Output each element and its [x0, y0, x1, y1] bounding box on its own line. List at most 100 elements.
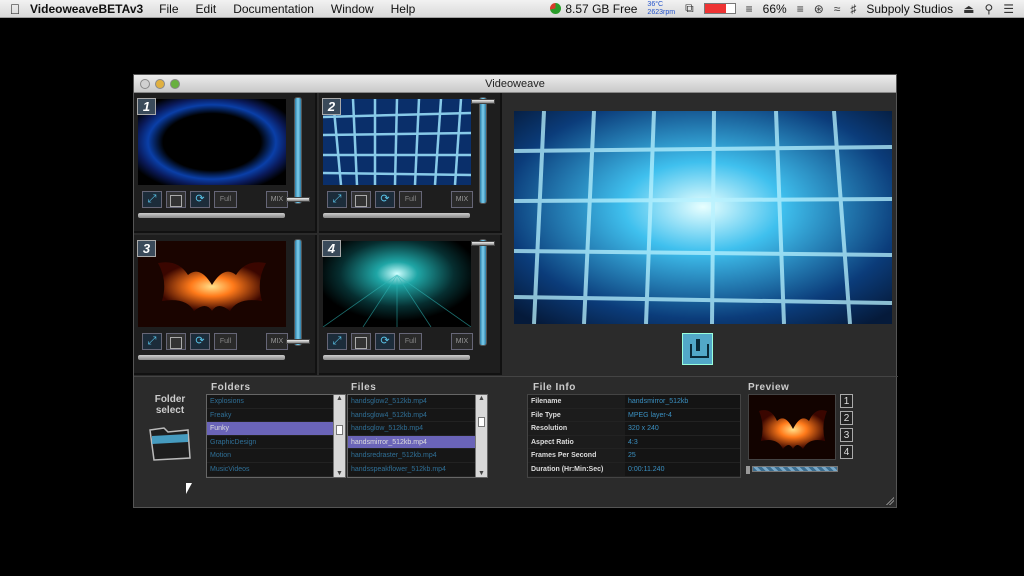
preview-to-channel-2-button[interactable]: 2 — [840, 411, 853, 425]
menu-file[interactable]: File — [159, 2, 178, 16]
menu-help[interactable]: Help — [391, 2, 416, 16]
channel-2-full-button[interactable]: Full — [399, 191, 422, 208]
close-button[interactable] — [140, 79, 150, 89]
bluetooth-icon[interactable]: ⊛ — [814, 2, 824, 16]
folder-list-item[interactable]: Motion — [207, 449, 333, 463]
files-scroll-thumb[interactable] — [478, 417, 485, 427]
file-list-item[interactable]: handsmirror_512kb.mp4 — [348, 435, 475, 450]
channel-3-fader-knob[interactable] — [286, 338, 310, 344]
folder-list-item[interactable]: Funky — [207, 422, 333, 436]
channel-1-thumbnail[interactable] — [138, 99, 286, 185]
files-list[interactable]: handsglow2_512kb.mp4 handsglow4_512kb.mp4… — [347, 394, 488, 478]
channel-1-fullscreen-icon[interactable]: ⤢ — [142, 191, 162, 208]
channel-2-stop-button[interactable] — [351, 191, 371, 208]
eject-icon[interactable]: ⏏ — [963, 2, 974, 16]
folder-list-item[interactable]: Explosions — [207, 395, 333, 409]
window-resize-handle[interactable] — [885, 496, 894, 505]
channel-2-loop-icon[interactable]: ⟳ — [375, 191, 395, 208]
temp-status[interactable]: 36°C 2623rpm — [647, 1, 675, 17]
channel-4-full-button[interactable]: Full — [399, 333, 422, 350]
file-list-item[interactable]: handsglow_512kb.mp4 — [348, 422, 475, 436]
channel-1-mix-button[interactable]: MIX — [266, 191, 288, 208]
file-list-item[interactable]: handsglow4_512kb.mp4 — [348, 408, 475, 423]
channel-1-opacity-fader[interactable] — [294, 97, 302, 204]
wifi-icon[interactable]: ≈ — [834, 2, 841, 16]
user-menu[interactable]: Subpoly Studios — [866, 2, 953, 16]
channel-3-position-bar[interactable] — [138, 355, 285, 360]
spotlight-search-icon[interactable]: ⚲ — [984, 2, 993, 16]
folder-list-item[interactable]: GraphicDesign — [207, 435, 333, 450]
channel-3-stop-button[interactable] — [166, 333, 186, 350]
folder-select-button[interactable]: Folder select — [144, 394, 196, 466]
apple-menu-icon[interactable]:  — [0, 1, 30, 17]
channel-2-position-bar[interactable] — [323, 213, 470, 218]
notification-list-icon[interactable]: ☰ — [1003, 2, 1014, 16]
channel-1-position-bar[interactable] — [138, 213, 285, 218]
volume-icon[interactable]: ♯ — [850, 2, 856, 16]
channel-2-fader-knob[interactable] — [471, 99, 495, 105]
channel-4-mix-button[interactable]: MIX — [451, 333, 473, 350]
channel-1-loop-icon[interactable]: ⟳ — [190, 191, 210, 208]
menu-bar:  VideoweaveBETAv3 File Edit Documentati… — [0, 0, 1024, 18]
channel-3-opacity-fader[interactable] — [294, 239, 302, 346]
app-menu[interactable]: VideoweaveBETAv3 — [30, 2, 143, 16]
channel-3-fullscreen-icon[interactable]: ⤢ — [142, 333, 162, 350]
menu-documentation[interactable]: Documentation — [233, 2, 314, 16]
channel-2-thumbnail[interactable] — [323, 99, 471, 185]
window-tile-icon[interactable]: ⧉ — [685, 1, 694, 16]
channel-4-position-bar[interactable] — [323, 355, 470, 360]
preview-progress-bar[interactable] — [752, 466, 838, 472]
menu-edit[interactable]: Edit — [196, 2, 217, 16]
channel-4-loop-icon[interactable]: ⟳ — [375, 333, 395, 350]
files-scrollbar[interactable]: ▲ ▼ — [475, 395, 487, 477]
battery-meter-icon[interactable] — [703, 3, 736, 14]
menu-window[interactable]: Window — [331, 2, 374, 16]
channel-3-loop-icon[interactable]: ⟳ — [190, 333, 210, 350]
folders-list[interactable]: Explosions Freaky Funky GraphicDesign Motion… — [206, 394, 346, 478]
minimize-button[interactable] — [155, 79, 165, 89]
menu-extra2-icon[interactable]: ≡ — [797, 2, 804, 16]
disk-status[interactable]: 8.57 GB Free — [550, 2, 637, 16]
output-window-button[interactable] — [682, 333, 713, 365]
folders-scrollbar[interactable]: ▲ ▼ — [333, 395, 345, 477]
mouse-pointer-icon — [186, 483, 192, 494]
channel-2-fullscreen-icon[interactable]: ⤢ — [327, 191, 347, 208]
preview-to-channel-4-button[interactable]: 4 — [840, 445, 853, 459]
channel-3-full-button[interactable]: Full — [214, 333, 237, 350]
files-scroll-down-icon[interactable]: ▼ — [476, 470, 487, 477]
file-info-value: MPEG layer-4 — [628, 411, 672, 419]
channel-4-thumbnail[interactable] — [323, 241, 471, 327]
folder-list-item[interactable]: MusicVideos — [207, 462, 333, 477]
file-list-item[interactable]: handsspeakflower_512kb.mp4 — [348, 462, 475, 477]
channel-1-stop-button[interactable] — [166, 191, 186, 208]
channel-4-stop-button[interactable] — [351, 333, 371, 350]
file-list-item[interactable]: handsredraster_512kb.mp4 — [348, 449, 475, 463]
channel-4-fullscreen-icon[interactable]: ⤢ — [327, 333, 347, 350]
channel-1-full-button[interactable]: Full — [214, 191, 237, 208]
battery-percent[interactable]: 66% — [763, 2, 787, 16]
files-header: Files — [351, 382, 377, 393]
channel-2-mix-button[interactable]: MIX — [451, 191, 473, 208]
file-list-item[interactable]: handsglow2_512kb.mp4 — [348, 395, 475, 409]
channel-4: 4 ⤢ ⟳ Full MIX — [319, 235, 502, 375]
channel-3-thumbnail[interactable] — [138, 241, 286, 327]
files-scroll-up-icon[interactable]: ▲ — [476, 395, 487, 402]
channel-1-fader-knob[interactable] — [286, 196, 310, 202]
channel-4-fader-knob[interactable] — [471, 241, 495, 247]
file-info-value: 25 — [628, 452, 636, 460]
menu-extra-icon[interactable]: ≡ — [746, 2, 753, 16]
window-titlebar[interactable]: Videoweave — [134, 75, 896, 93]
file-info-row: Duration (Hr:Min:Sec) 0:00:11.240 — [528, 462, 740, 477]
zoom-button[interactable] — [170, 79, 180, 89]
media-browser: Folder select Folders Explosions Freaky Fu… — [134, 376, 898, 507]
folders-scroll-down-icon[interactable]: ▼ — [334, 470, 345, 477]
channel-2-opacity-fader[interactable] — [479, 97, 487, 204]
file-info-row: Frames Per Second 25 — [528, 449, 740, 463]
preview-to-channel-1-button[interactable]: 1 — [840, 394, 853, 408]
channel-4-opacity-fader[interactable] — [479, 239, 487, 346]
folders-scroll-thumb[interactable] — [336, 425, 343, 435]
channel-3-mix-button[interactable]: MIX — [266, 333, 288, 350]
preview-to-channel-3-button[interactable]: 3 — [840, 428, 853, 442]
folders-scroll-up-icon[interactable]: ▲ — [334, 395, 345, 402]
folder-list-item[interactable]: Freaky — [207, 408, 333, 423]
